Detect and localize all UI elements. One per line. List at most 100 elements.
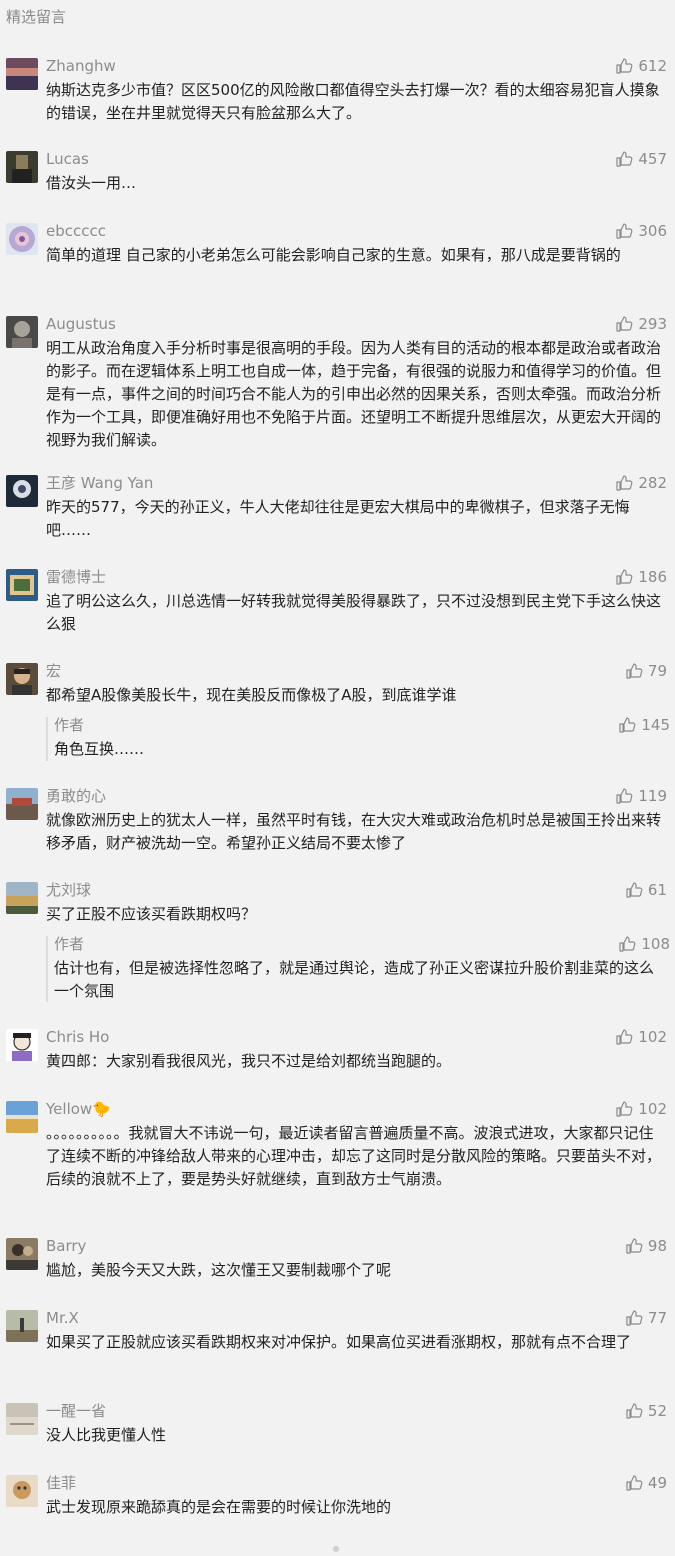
like-button[interactable]: 61 [625, 879, 667, 901]
avatar[interactable] [6, 1475, 38, 1507]
commenter-name[interactable]: 勇敢的心 [46, 785, 106, 807]
avatar[interactable] [6, 663, 38, 695]
author-reply: 作者 108 估计也有，但是被选择性忽略了，就是通过舆论，造成了孙正义密谋拉升股… [46, 933, 672, 1002]
like-count: 102 [638, 1028, 667, 1046]
like-button[interactable]: 119 [615, 785, 667, 807]
comment-text: 尴尬，美股今天又大跌，这次懂王又要制裁哪个了呢 [46, 1261, 392, 1279]
reply-text: 估计也有，但是被选择性忽略了，就是通过舆论，造成了孙正义密谋拉升股价割韭菜的这么… [54, 959, 655, 1000]
comment-text: 如果买了正股就应该买看跌期权来对冲保护。如果高位买进看涨期权，那就有点不合理了 [46, 1333, 632, 1351]
like-button[interactable]: 52 [625, 1400, 667, 1422]
commenter-name[interactable]: 尤刘球 [46, 879, 91, 901]
thumbs-up-icon [616, 151, 633, 167]
reply-author-label: 作者 [54, 716, 85, 734]
thumbs-up-icon [616, 316, 633, 332]
comment-text: 。。。。。。。。。。我就冒大不讳说一句，最近读者留言普遍质量不高。波浪式进攻，大… [46, 1124, 662, 1188]
thumbs-up-icon [626, 882, 643, 898]
like-count: 282 [638, 474, 667, 492]
author-reply: 作者 145 角色互换…… [46, 714, 672, 761]
commenter-name[interactable]: Barry [46, 1235, 86, 1257]
commenter-name[interactable]: ebccccc [46, 220, 106, 242]
comments-page: 精选留言 Zhanghw 612 纳斯达克多少市值？区区500亿的风险敞口都值得… [0, 0, 675, 1556]
thumbs-up-icon [616, 569, 633, 585]
like-count: 457 [638, 150, 667, 168]
like-button[interactable]: 306 [615, 220, 667, 242]
avatar[interactable] [6, 316, 38, 348]
comment-text: 武士发现原来跪舔真的是会在需要的时候让你洗地的 [46, 1498, 392, 1516]
avatar[interactable] [6, 475, 38, 507]
thumbs-up-icon [616, 223, 633, 239]
avatar[interactable] [6, 1238, 38, 1270]
comment-text: 买了正股不应该买看跌期权吗？ [46, 905, 257, 923]
thumbs-up-icon [619, 936, 636, 952]
avatar[interactable] [6, 882, 38, 914]
reply-author-label: 作者 [54, 935, 85, 953]
thumbs-up-icon [626, 1238, 643, 1254]
comment-text: 简单的道理 自己家的小老弟怎么可能会影响自己家的生意。如果有，那八成是要背锅的 [46, 246, 621, 264]
thumbs-up-icon [626, 1310, 643, 1326]
like-button[interactable]: 77 [625, 1307, 667, 1329]
commenter-name[interactable]: Chris Ho [46, 1026, 109, 1048]
section-title: 精选留言 [6, 8, 67, 26]
like-count: 49 [647, 1474, 667, 1492]
comment-text: 借汝头一用… [46, 174, 137, 192]
comment-text: 没人比我更懂人性 [46, 1426, 167, 1444]
commenter-name[interactable]: 一醒一省 [46, 1400, 106, 1422]
avatar[interactable] [6, 58, 38, 90]
like-count: 293 [638, 315, 667, 333]
commenter-name[interactable]: Mr.X [46, 1307, 79, 1329]
avatar[interactable] [6, 223, 38, 255]
like-button[interactable]: 102 [615, 1098, 667, 1120]
avatar[interactable] [6, 1310, 38, 1342]
like-button[interactable]: 108 [618, 933, 670, 955]
commenter-name[interactable]: Yellow🐤 [46, 1098, 111, 1120]
like-button[interactable]: 612 [615, 55, 667, 77]
like-count: 52 [647, 1402, 667, 1420]
commenter-name[interactable]: Lucas [46, 148, 89, 170]
avatar[interactable] [6, 1029, 38, 1061]
like-count: 77 [647, 1309, 667, 1327]
like-count: 119 [638, 787, 667, 805]
like-button[interactable]: 79 [625, 660, 667, 682]
like-count: 102 [638, 1100, 667, 1118]
like-count: 306 [638, 222, 667, 240]
thumbs-up-icon [626, 1475, 643, 1491]
like-count: 61 [647, 881, 667, 899]
like-button[interactable]: 49 [625, 1472, 667, 1494]
thumbs-up-icon [616, 58, 633, 74]
commenter-name[interactable]: 王彦 Wang Yan [46, 472, 153, 494]
avatar[interactable] [6, 569, 38, 601]
comment-text: 明工从政治角度入手分析时事是很高明的手段。因为人类有目的活动的根本都是政治或者政… [46, 339, 662, 449]
commenter-name[interactable]: 雷德博士 [46, 566, 106, 588]
like-button[interactable]: 102 [615, 1026, 667, 1048]
avatar[interactable] [6, 151, 38, 183]
commenter-name[interactable]: 佳菲 [46, 1472, 76, 1494]
like-count: 612 [638, 57, 667, 75]
avatar[interactable] [6, 1403, 38, 1435]
comment-text: 昨天的577，今天的孙正义，牛人大佬却往往是更宏大棋局中的卑微棋子，但求落子无悔… [46, 498, 630, 539]
like-button[interactable]: 145 [618, 714, 670, 736]
commenter-name[interactable]: 宏 [46, 660, 61, 682]
avatar[interactable] [6, 1101, 38, 1133]
thumbs-up-icon [616, 788, 633, 804]
avatar[interactable] [6, 788, 38, 820]
comment-text: 都希望A股像美股长牛，现在美股反而像极了A股，到底谁学谁 [46, 686, 457, 704]
commenter-name[interactable]: Zhanghw [46, 55, 116, 77]
thumbs-up-icon [616, 1101, 633, 1117]
like-count: 79 [647, 662, 667, 680]
comment-text: 就像欧洲历史上的犹太人一样，虽然平时有钱，在大灾大难或政治危机时总是被国王拎出来… [46, 811, 662, 852]
like-button[interactable]: 186 [615, 566, 667, 588]
commenter-name[interactable]: Augustus [46, 313, 116, 335]
like-count: 98 [647, 1237, 667, 1255]
thumbs-up-icon [626, 1403, 643, 1419]
like-button[interactable]: 282 [615, 472, 667, 494]
thumbs-up-icon [616, 1029, 633, 1045]
like-button[interactable]: 98 [625, 1235, 667, 1257]
thumbs-up-icon [616, 475, 633, 491]
list-end-dot [333, 1546, 339, 1552]
reply-text: 角色互换…… [54, 740, 145, 758]
comment-text: 纳斯达克多少市值？区区500亿的风险敞口都值得空头去打爆一次？看的太细容易犯盲人… [46, 81, 660, 122]
like-button[interactable]: 457 [615, 148, 667, 170]
thumbs-up-icon [619, 717, 636, 733]
like-button[interactable]: 293 [615, 313, 667, 335]
comment-text: 黄四郎：大家别看我很风光，我只不过是给刘都统当跑腿的。 [46, 1052, 452, 1070]
